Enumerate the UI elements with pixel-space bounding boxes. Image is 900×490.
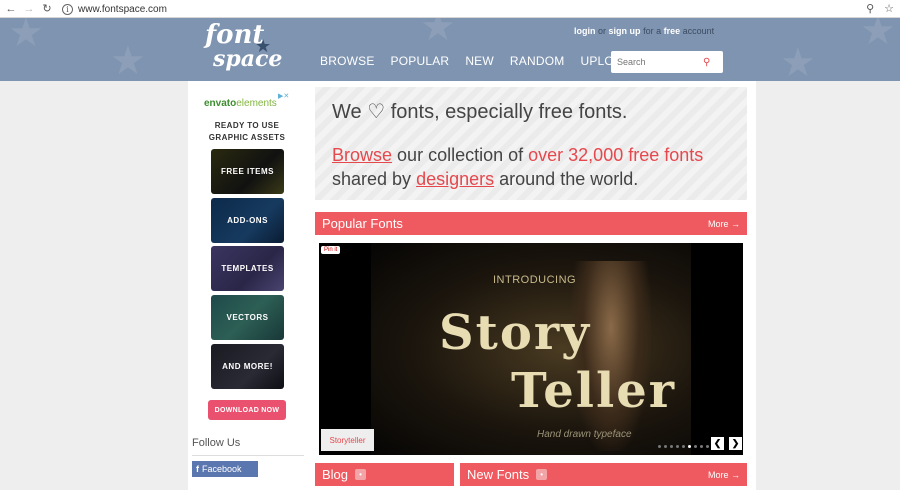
ad-brand[interactable]: envatoelements <box>204 98 277 109</box>
ad-brand-envato: envato <box>204 98 237 109</box>
rss-icon[interactable]: • <box>536 469 548 480</box>
carousel-dot[interactable] <box>676 445 679 448</box>
site-header: ★ ★ ★ ★ ★ font ★ space login or sign up … <box>0 18 900 81</box>
hero-mid1: our collection of <box>397 145 524 165</box>
ad-brand-elements: elements <box>236 98 277 109</box>
search-input[interactable] <box>611 57 703 67</box>
carousel-title-teller: Teller <box>511 363 677 419</box>
pin-it-button[interactable]: Pin it <box>321 246 341 254</box>
back-button[interactable]: ← <box>4 3 18 15</box>
new-fonts-more-link[interactable]: More → <box>708 470 740 480</box>
nav-random[interactable]: RANDOM <box>510 54 565 68</box>
search-box: ⚲ <box>611 51 723 73</box>
auth-links: login or sign up for a free account <box>574 26 714 36</box>
facebook-button[interactable]: f Facebook <box>192 461 258 477</box>
carousel-next-button[interactable]: ❯ <box>729 437 742 450</box>
ad-tagline: READY TO USE GRAPHIC ASSETS <box>206 120 288 144</box>
ad-tile-vectors[interactable]: VECTORS <box>211 295 284 340</box>
star-icon[interactable]: ☆ <box>884 2 894 15</box>
logo-text-space: space <box>213 46 283 72</box>
auth-free-text: free <box>663 26 681 36</box>
carousel-dot[interactable] <box>658 445 661 448</box>
new-fonts-header: New Fonts • More → <box>460 463 747 486</box>
carousel-subtitle: Hand drawn typeface <box>537 429 632 440</box>
popular-more-link[interactable]: More → <box>708 219 740 229</box>
ad-tagline-line1: READY TO USE <box>214 121 280 130</box>
magnifier-icon[interactable]: ⚲ <box>866 2 874 15</box>
popular-fonts-header: Popular Fonts More → <box>315 212 747 235</box>
nav-popular[interactable]: POPULAR <box>391 54 450 68</box>
popular-fonts-title: Popular Fonts <box>322 216 403 231</box>
carousel-dot[interactable] <box>688 445 691 448</box>
blog-title: Blog <box>322 467 349 482</box>
carousel-dot[interactable] <box>694 445 697 448</box>
hero-line2: Browse our collection of over 32,000 fre… <box>332 143 742 191</box>
carousel-dot[interactable] <box>700 445 703 448</box>
carousel-dot[interactable] <box>682 445 685 448</box>
hero-line1-text: fonts, especially free fonts. <box>390 101 628 123</box>
ad-tile-free-items[interactable]: FREE ITEMS <box>211 149 284 194</box>
carousel-intro: INTRODUCING <box>493 274 577 286</box>
ad-tile-templates[interactable]: TEMPLATES <box>211 246 284 291</box>
search-icon[interactable]: ⚲ <box>703 57 710 68</box>
divider <box>192 455 304 456</box>
nav-browse[interactable]: BROWSE <box>320 54 375 68</box>
auth-or-text: or <box>598 26 607 36</box>
ad-tile-add-ons[interactable]: ADD-ONS <box>211 198 284 243</box>
ad-choices-icon[interactable]: ▶✕ <box>278 92 289 100</box>
facebook-label: Facebook <box>202 464 242 474</box>
site-logo[interactable]: font ★ space <box>205 20 283 78</box>
designers-link[interactable]: designers <box>416 169 494 189</box>
carousel-dots <box>658 445 715 448</box>
carousel-dot[interactable] <box>670 445 673 448</box>
heart-icon: ♡ <box>367 101 386 123</box>
hero-we: We <box>332 101 362 123</box>
hero-banner: We ♡ fonts, especially free fonts. Brows… <box>315 87 747 200</box>
follow-us-heading: Follow Us <box>192 437 241 449</box>
carousel-prev-button[interactable]: ❮ <box>711 437 724 450</box>
carousel-title-story: Story <box>439 305 592 361</box>
browse-link[interactable]: Browse <box>332 145 392 165</box>
new-fonts-title: New Fonts <box>467 467 530 482</box>
download-now-button[interactable]: DOWNLOAD NOW <box>208 400 286 420</box>
carousel-dot[interactable] <box>664 445 667 448</box>
auth-for-text: for a <box>643 26 662 36</box>
hero-line1: We ♡ fonts, especially free fonts. <box>332 99 628 124</box>
rss-icon[interactable]: • <box>355 469 367 480</box>
hero-end: around the world. <box>499 169 639 189</box>
url-text: www.fontspace.com <box>78 3 167 15</box>
nav-new[interactable]: NEW <box>465 54 494 68</box>
facebook-icon: f <box>196 464 199 474</box>
ad-tile-and-more[interactable]: AND MORE! <box>211 344 284 389</box>
login-link[interactable]: login <box>574 26 596 36</box>
address-bar[interactable]: i www.fontspace.com <box>62 1 860 17</box>
carousel-caption[interactable]: Storyteller <box>321 429 374 451</box>
blog-header: Blog • <box>315 463 454 486</box>
popular-fonts-carousel[interactable]: INTRODUCING Story Teller Hand drawn type… <box>319 243 743 455</box>
forward-button[interactable]: → <box>22 3 36 15</box>
hero-count: over 32,000 free fonts <box>528 145 704 165</box>
signup-link[interactable]: sign up <box>609 26 641 36</box>
carousel-dot[interactable] <box>706 445 709 448</box>
ad-tagline-line2: GRAPHIC ASSETS <box>208 133 286 142</box>
browser-toolbar: ← → ↻ i www.fontspace.com ⚲ ☆ <box>0 0 900 18</box>
hero-mid2: shared by <box>332 169 412 189</box>
auth-account-text: account <box>682 26 715 36</box>
info-icon[interactable]: i <box>62 3 73 15</box>
reload-button[interactable]: ↻ <box>40 2 54 15</box>
carousel-slide-image[interactable]: INTRODUCING Story Teller Hand drawn type… <box>371 243 691 455</box>
main-nav: BROWSE POPULAR NEW RANDOM UPLOAD <box>320 54 647 68</box>
